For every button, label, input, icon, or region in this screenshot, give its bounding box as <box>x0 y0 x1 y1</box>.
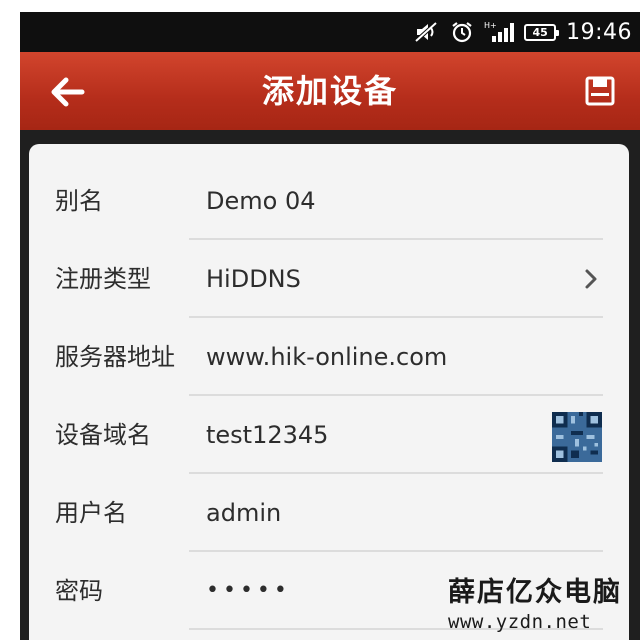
signal-hplus-icon: H+ <box>484 20 515 44</box>
password-row[interactable]: 密码 ••••• <box>29 552 629 630</box>
device-domain-row[interactable]: 设备域名 test12345 <box>29 396 629 474</box>
status-bar: H+ 45 19:46 <box>20 12 640 52</box>
alarm-icon <box>450 20 474 44</box>
alias-row[interactable]: 别名 Demo 04 <box>29 162 629 240</box>
register-type-row[interactable]: 注册类型 HiDDNS <box>29 240 629 318</box>
save-button[interactable] <box>582 73 618 109</box>
divider <box>189 628 603 630</box>
username-input[interactable]: admin <box>206 474 281 552</box>
chevron-right-icon[interactable] <box>581 267 601 291</box>
device-domain-input[interactable]: test12345 <box>206 396 328 474</box>
mute-icon <box>414 21 440 43</box>
status-time: 19:46 <box>566 19 632 45</box>
device-domain-label: 设备域名 <box>55 421 151 449</box>
server-address-row[interactable]: 服务器地址 www.hik-online.com <box>29 318 629 396</box>
alias-label: 别名 <box>55 187 103 215</box>
network-type-label: H+ <box>484 21 497 30</box>
title-bar: 添加设备 <box>20 52 640 130</box>
alias-input[interactable]: Demo 04 <box>206 162 315 240</box>
qr-code-icon[interactable] <box>551 412 603 462</box>
server-address-input[interactable]: www.hik-online.com <box>206 318 447 396</box>
password-input[interactable]: ••••• <box>206 552 291 630</box>
page-title: 添加设备 <box>261 72 398 110</box>
floppy-disk-icon <box>585 76 615 106</box>
phone-screen: H+ 45 19:46 添加设备 别名 Demo 04 注册类型 HiDDNS … <box>20 12 640 640</box>
battery-level: 45 <box>532 25 548 39</box>
register-type-value[interactable]: HiDDNS <box>206 240 301 318</box>
register-type-label: 注册类型 <box>55 265 151 293</box>
password-label: 密码 <box>55 577 103 605</box>
server-address-label: 服务器地址 <box>55 343 175 371</box>
username-label: 用户名 <box>55 499 127 527</box>
device-form: 别名 Demo 04 注册类型 HiDDNS 服务器地址 www.hik-onl… <box>29 144 629 640</box>
username-row[interactable]: 用户名 admin <box>29 474 629 552</box>
status-icons: H+ 45 19:46 <box>414 18 632 46</box>
battery-icon: 45 <box>524 23 560 41</box>
